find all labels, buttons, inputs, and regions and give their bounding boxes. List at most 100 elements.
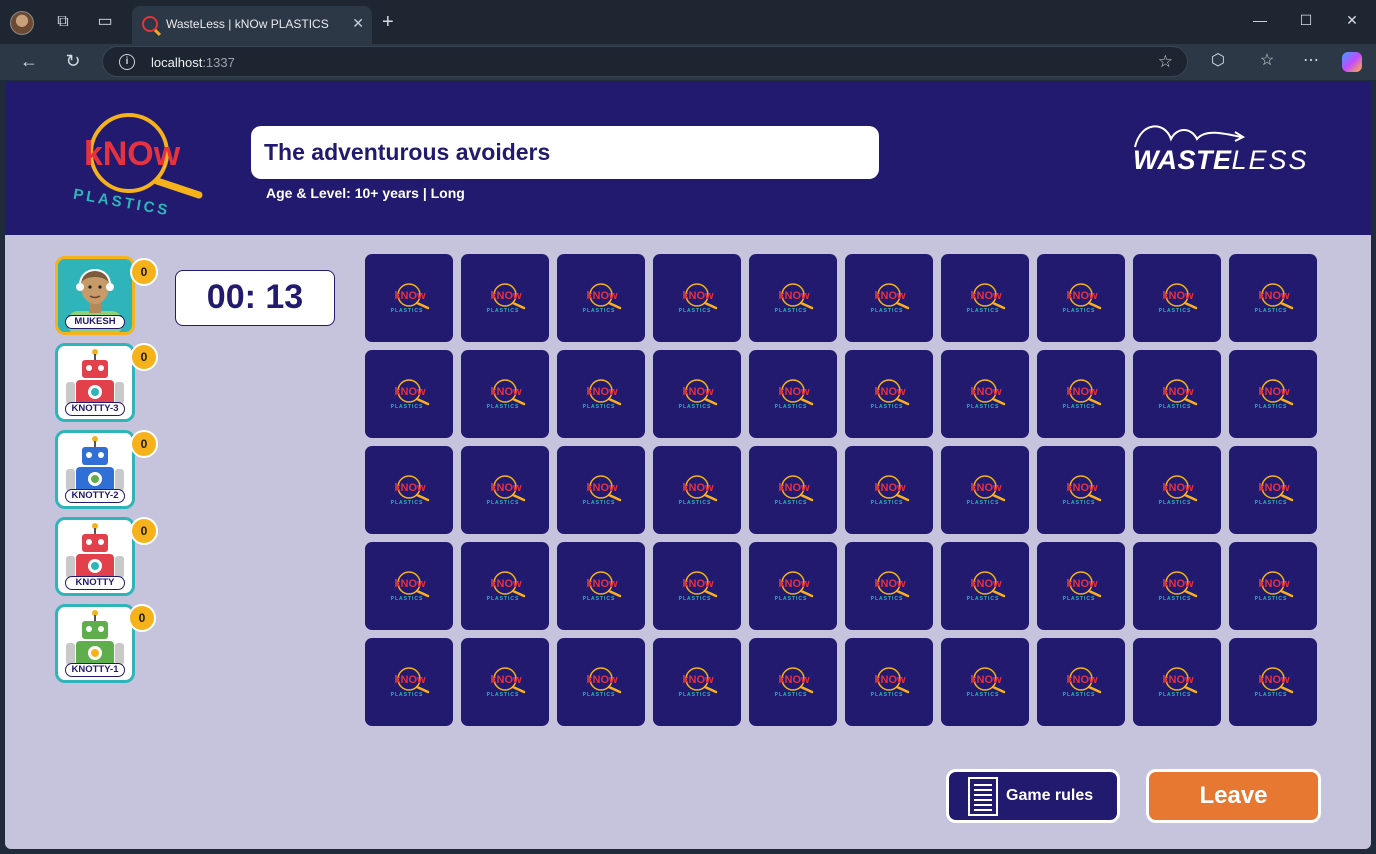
know-plastics-card-logo-icon: kNOw PLASTICS [487, 571, 526, 602]
memory-card[interactable]: kNOw PLASTICS [1229, 638, 1317, 726]
memory-card[interactable]: kNOw PLASTICS [845, 446, 933, 534]
minimize-icon[interactable]: — [1250, 12, 1270, 28]
memory-card[interactable]: kNOw PLASTICS [461, 254, 549, 342]
memory-card[interactable]: kNOw PLASTICS [845, 542, 933, 630]
know-plastics-logo: kNOw PLASTICS [72, 113, 203, 219]
know-plastics-card-logo-icon: kNOw PLASTICS [871, 283, 910, 314]
svg-text:PLASTICS: PLASTICS [1255, 692, 1288, 698]
memory-card[interactable]: kNOw PLASTICS [1133, 350, 1221, 438]
memory-card[interactable]: kNOw PLASTICS [461, 350, 549, 438]
memory-card[interactable]: kNOw PLASTICS [653, 542, 741, 630]
svg-text:PLASTICS: PLASTICS [583, 404, 616, 410]
memory-card[interactable]: kNOw PLASTICS [845, 254, 933, 342]
memory-card[interactable]: kNOw PLASTICS [941, 254, 1029, 342]
memory-card[interactable]: kNOw PLASTICS [557, 638, 645, 726]
memory-card[interactable]: kNOw PLASTICS [365, 254, 453, 342]
memory-card[interactable]: kNOw PLASTICS [1229, 254, 1317, 342]
new-tab-icon[interactable]: + [382, 12, 394, 32]
memory-card[interactable]: kNOw PLASTICS [845, 638, 933, 726]
svg-text:PLASTICS: PLASTICS [775, 308, 808, 314]
svg-text:PLASTICS: PLASTICS [487, 500, 520, 506]
game-title-box: The adventurous avoiders [251, 126, 879, 179]
memory-card[interactable]: kNOw PLASTICS [653, 446, 741, 534]
svg-text:kNOw: kNOw [682, 674, 714, 686]
game-header: kNOw PLASTICS The adventurous avoiders A… [5, 81, 1371, 235]
svg-text:kNOw: kNOw [1066, 578, 1098, 590]
svg-text:PLASTICS: PLASTICS [1255, 404, 1288, 410]
know-plastics-card-logo-icon: kNOw PLASTICS [679, 283, 718, 314]
favorite-star-icon[interactable]: ☆ [1158, 52, 1173, 72]
memory-card[interactable]: kNOw PLASTICS [1229, 350, 1317, 438]
tab-actions-icon[interactable]: ▭ [94, 12, 116, 34]
memory-card[interactable]: kNOw PLASTICS [749, 446, 837, 534]
memory-card[interactable]: kNOw PLASTICS [557, 254, 645, 342]
memory-card[interactable]: kNOw PLASTICS [557, 542, 645, 630]
memory-card[interactable]: kNOw PLASTICS [1133, 638, 1221, 726]
browser-tab[interactable]: WasteLess | kNOw PLASTICS ✕ [132, 6, 372, 44]
memory-card[interactable]: kNOw PLASTICS [1133, 254, 1221, 342]
game-title: The adventurous avoiders [264, 139, 551, 165]
memory-card[interactable]: kNOw PLASTICS [461, 638, 549, 726]
memory-card[interactable]: kNOw PLASTICS [1133, 542, 1221, 630]
brand-light: LESS [1231, 145, 1309, 175]
player-name: MUKESH [65, 315, 125, 329]
profile-avatar-icon[interactable] [10, 11, 34, 35]
player-score-badge: 0 [130, 258, 158, 286]
svg-text:PLASTICS: PLASTICS [1159, 692, 1192, 698]
memory-card[interactable]: kNOw PLASTICS [1229, 542, 1317, 630]
svg-text:kNOw: kNOw [394, 578, 426, 590]
memory-card[interactable]: kNOw PLASTICS [941, 446, 1029, 534]
memory-card[interactable]: kNOw PLASTICS [941, 350, 1029, 438]
memory-card[interactable]: kNOw PLASTICS [365, 446, 453, 534]
memory-card[interactable]: kNOw PLASTICS [749, 638, 837, 726]
memory-card[interactable]: kNOw PLASTICS [653, 350, 741, 438]
memory-card[interactable]: kNOw PLASTICS [749, 350, 837, 438]
extensions-icon[interactable]: ⬡ [1207, 51, 1229, 73]
svg-text:kNOw: kNOw [1162, 578, 1194, 590]
reload-icon[interactable]: ↻ [62, 51, 84, 73]
svg-text:kNOw: kNOw [874, 578, 906, 590]
memory-card[interactable]: kNOw PLASTICS [941, 542, 1029, 630]
favorites-icon[interactable]: ☆ [1256, 51, 1278, 73]
memory-card[interactable]: kNOw PLASTICS [1037, 638, 1125, 726]
close-window-icon[interactable]: ✕ [1342, 12, 1362, 29]
site-info-icon[interactable]: i [119, 54, 135, 70]
know-plastics-card-logo-icon: kNOw PLASTICS [1255, 379, 1294, 410]
memory-card[interactable]: kNOw PLASTICS [845, 350, 933, 438]
copilot-icon[interactable] [1342, 52, 1362, 72]
memory-card[interactable]: kNOw PLASTICS [1037, 446, 1125, 534]
leave-button[interactable]: Leave [1146, 769, 1321, 823]
more-options-icon[interactable]: ⋯ [1300, 51, 1322, 73]
memory-card[interactable]: kNOw PLASTICS [1037, 542, 1125, 630]
memory-card[interactable]: kNOw PLASTICS [749, 254, 837, 342]
memory-card[interactable]: kNOw PLASTICS [365, 542, 453, 630]
memory-card[interactable]: kNOw PLASTICS [749, 542, 837, 630]
memory-card[interactable]: kNOw PLASTICS [365, 350, 453, 438]
game-rules-button[interactable]: Game rules [946, 769, 1120, 823]
memory-card[interactable]: kNOw PLASTICS [653, 638, 741, 726]
tab-close-icon[interactable]: ✕ [352, 15, 364, 32]
know-plastics-card-logo-icon: kNOw PLASTICS [1255, 283, 1294, 314]
memory-card[interactable]: kNOw PLASTICS [461, 446, 549, 534]
svg-text:kNOw: kNOw [1162, 290, 1194, 302]
svg-text:kNOw: kNOw [682, 482, 714, 494]
svg-text:PLASTICS: PLASTICS [583, 500, 616, 506]
svg-text:kNOw: kNOw [1066, 386, 1098, 398]
maximize-icon[interactable]: ☐ [1296, 12, 1316, 29]
memory-card[interactable]: kNOw PLASTICS [557, 446, 645, 534]
memory-card[interactable]: kNOw PLASTICS [941, 638, 1029, 726]
memory-card[interactable]: kNOw PLASTICS [1229, 446, 1317, 534]
memory-card[interactable]: kNOw PLASTICS [1133, 446, 1221, 534]
memory-card[interactable]: kNOw PLASTICS [1037, 254, 1125, 342]
memory-card[interactable]: kNOw PLASTICS [365, 638, 453, 726]
know-plastics-card-logo-icon: kNOw PLASTICS [775, 475, 814, 506]
back-icon[interactable]: ← [18, 51, 40, 73]
svg-text:kNOw: kNOw [874, 674, 906, 686]
workspaces-icon[interactable]: ⧉ [52, 12, 74, 34]
address-bar[interactable]: i localhost:1337 ☆ [102, 46, 1188, 77]
memory-card[interactable]: kNOw PLASTICS [461, 542, 549, 630]
memory-card[interactable]: kNOw PLASTICS [557, 350, 645, 438]
svg-text:PLASTICS: PLASTICS [871, 596, 904, 602]
memory-card[interactable]: kNOw PLASTICS [653, 254, 741, 342]
memory-card[interactable]: kNOw PLASTICS [1037, 350, 1125, 438]
